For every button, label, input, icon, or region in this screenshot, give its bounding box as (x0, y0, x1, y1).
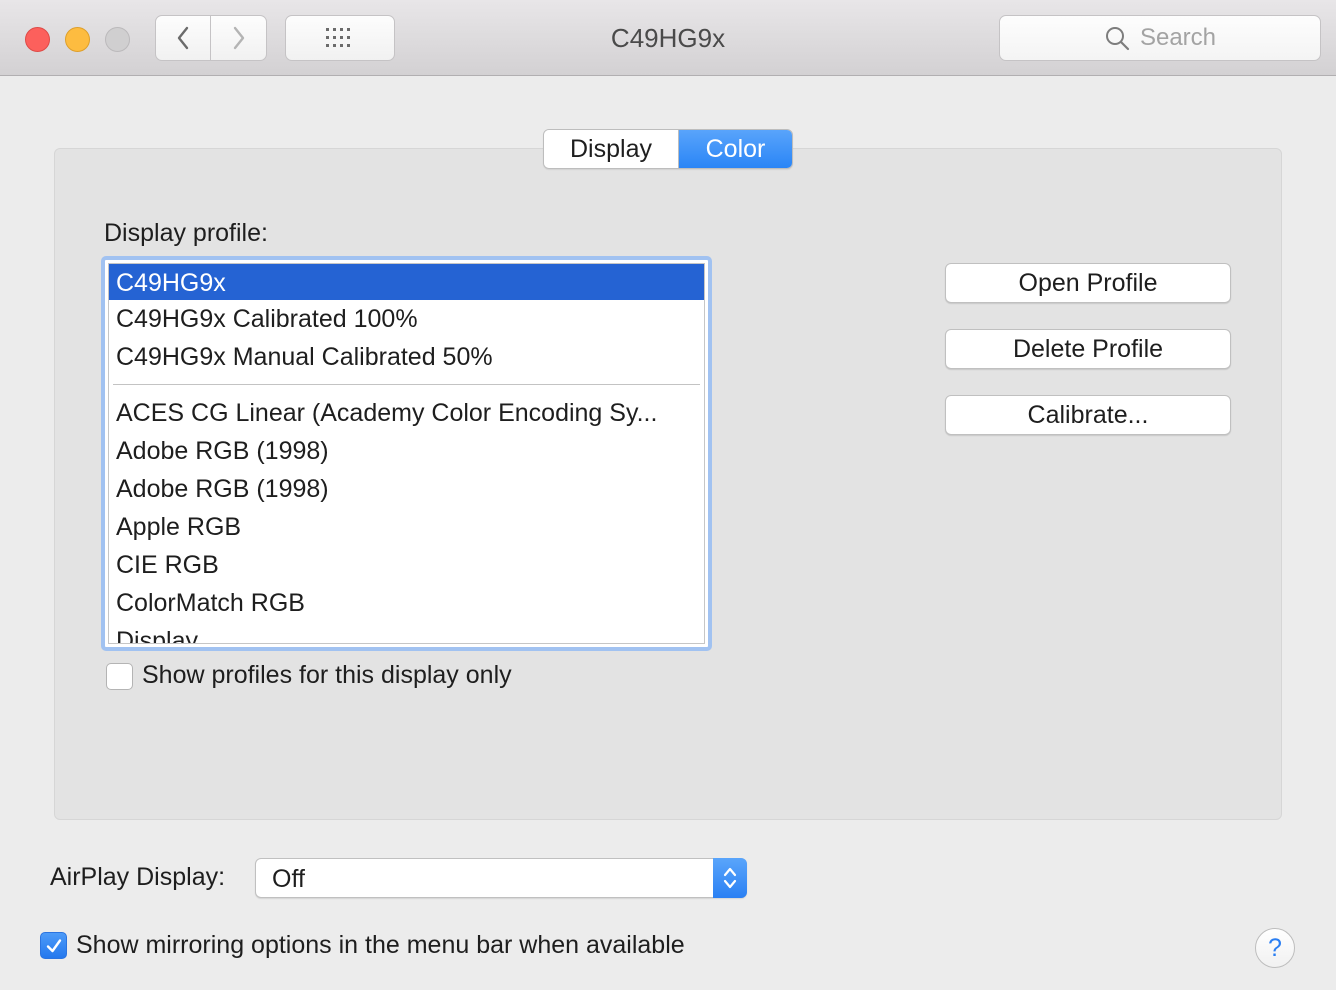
profile-list[interactable]: C49HG9x C49HG9x Calibrated 100% C49HG9x … (101, 256, 712, 651)
chevron-right-icon (233, 26, 244, 50)
list-item[interactable]: Adobe RGB (1998) (109, 432, 704, 470)
show-profiles-checkbox[interactable] (106, 663, 133, 690)
show-profiles-label: Show profiles for this display only (142, 661, 512, 689)
list-item[interactable]: C49HG9x (109, 264, 704, 300)
list-item[interactable]: CIE RGB (109, 546, 704, 584)
back-button[interactable] (155, 15, 211, 61)
show-mirroring-label: Show mirroring options in the menu bar w… (76, 931, 685, 959)
chevron-left-icon (177, 26, 189, 50)
search-icon (1105, 27, 1130, 51)
title-bar: C49HG9x Search (0, 0, 1336, 76)
list-item[interactable]: ColorMatch RGB (109, 584, 704, 622)
help-button[interactable]: ? (1255, 928, 1295, 968)
list-item[interactable]: ACES CG Linear (Academy Color Encoding S… (109, 394, 704, 432)
list-item[interactable]: C49HG9x Manual Calibrated 50% (109, 338, 704, 376)
segmented-tabs: Display Color (543, 129, 793, 169)
display-profile-label: Display profile: (104, 219, 268, 247)
tab-display[interactable]: Display (544, 130, 679, 168)
airplay-display-value: Off (272, 865, 305, 893)
list-item[interactable]: Adobe RGB (1998) (109, 470, 704, 508)
show-mirroring-checkbox[interactable] (40, 932, 67, 959)
list-item[interactable]: Apple RGB (109, 508, 704, 546)
list-separator (113, 384, 700, 385)
list-item[interactable]: C49HG9x Calibrated 100% (109, 300, 704, 338)
grid-icon (326, 28, 350, 47)
airplay-display-select[interactable]: Off (255, 858, 747, 898)
show-all-button[interactable] (285, 15, 395, 61)
delete-profile-button[interactable]: Delete Profile (945, 329, 1231, 369)
checkmark-icon (46, 938, 61, 952)
airplay-display-label: AirPlay Display: (50, 863, 226, 891)
forward-button[interactable] (211, 15, 267, 61)
tab-color[interactable]: Color (679, 130, 792, 168)
search-field[interactable]: Search (999, 15, 1321, 61)
up-down-arrows-icon (713, 858, 747, 898)
search-placeholder: Search (1139, 24, 1217, 51)
open-profile-button[interactable]: Open Profile (945, 263, 1231, 303)
calibrate-button[interactable]: Calibrate... (945, 395, 1231, 435)
list-item[interactable]: Display (109, 622, 704, 643)
